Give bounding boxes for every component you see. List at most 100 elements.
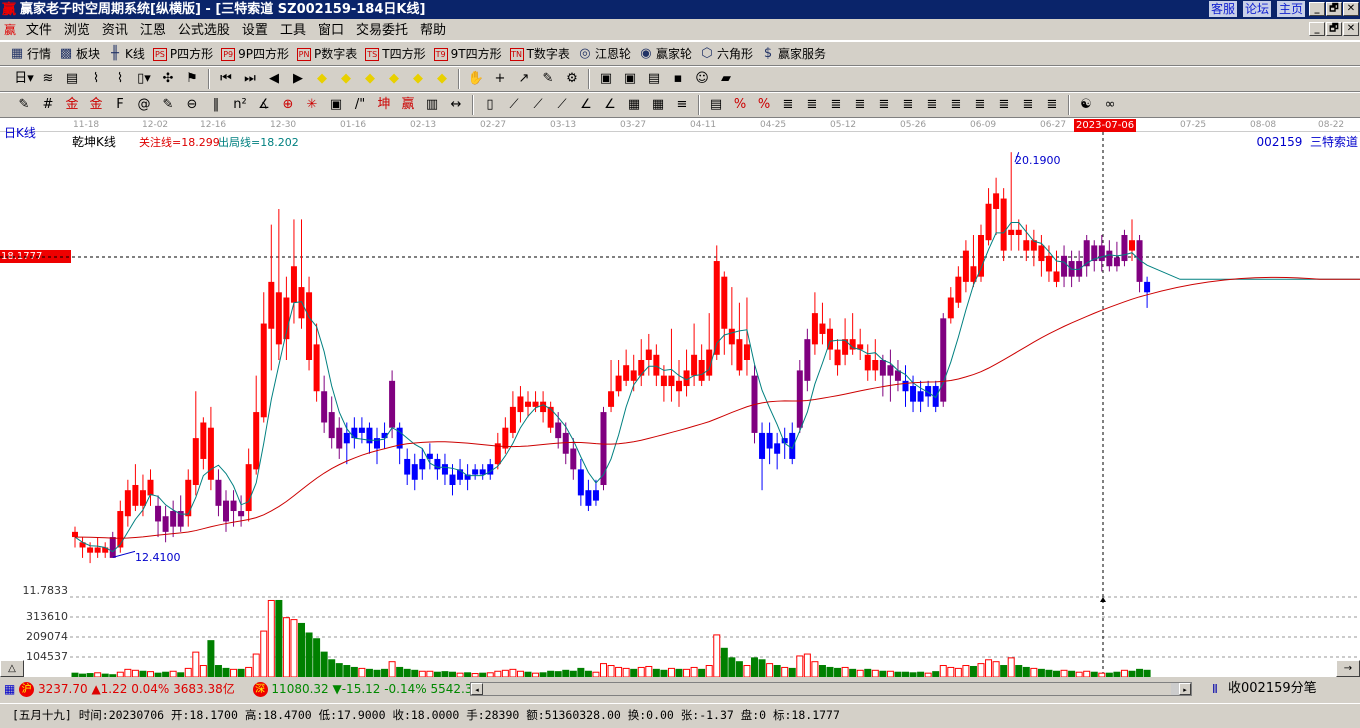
level-8-icon[interactable]: ≣ [945, 94, 967, 116]
toolbar-button[interactable]: ⬡ 六角形 [700, 42, 753, 66]
scroll-right-arrow[interactable]: ▸ [1179, 683, 1191, 695]
flag-icon[interactable]: ⚑ [181, 68, 203, 90]
toolbar-button[interactable]: $ 赢家服务 [761, 42, 826, 66]
fan-3-icon[interactable]: ⟋ [551, 94, 573, 116]
pattern-icon[interactable]: ✣ [157, 68, 179, 90]
child-minimize-button[interactable]: _ [1309, 22, 1325, 36]
expand-up-button[interactable]: △ [0, 660, 24, 677]
fan-4-icon[interactable]: ∠ [575, 94, 597, 116]
level-3-icon[interactable]: ≣ [825, 94, 847, 116]
toolbar-button[interactable]: ╫ K线 [108, 42, 145, 66]
right-icon[interactable]: ▶ [287, 68, 309, 90]
target-icon[interactable]: ⊕ [277, 94, 299, 116]
restore-button[interactable]: 🗗 [1326, 2, 1342, 16]
level-1-icon[interactable]: ≣ [777, 94, 799, 116]
horizontal-scrollbar[interactable]: ◂ ▸ [470, 682, 1192, 696]
n2-icon[interactable]: n² [229, 94, 251, 116]
close-button[interactable]: ✕ [1343, 2, 1359, 16]
toolbar-button[interactable]: ◉ 赢家轮 [639, 42, 692, 66]
left-icon[interactable]: ◀ [263, 68, 285, 90]
menu-item[interactable]: 江恩 [140, 23, 166, 38]
level-9-icon[interactable]: ≣ [969, 94, 991, 116]
level-10-icon[interactable]: ≣ [993, 94, 1015, 116]
angle-icon[interactable]: ∡ [253, 94, 275, 116]
toolbar-button[interactable]: ▦ 行情 [10, 42, 51, 66]
level-2-icon[interactable]: ≣ [801, 94, 823, 116]
gold-2-icon[interactable]: 金 [85, 94, 107, 116]
lines-icon[interactable]: ≡ [671, 94, 693, 116]
pen-icon[interactable]: ✎ [13, 94, 35, 116]
child-close-button[interactable]: ✕ [1343, 22, 1359, 36]
grid2-icon[interactable]: ▦ [623, 94, 645, 116]
people-icon[interactable]: ☺ [691, 68, 713, 90]
menu-item[interactable]: 帮助 [420, 23, 446, 38]
diamond-star-icon[interactable]: ◆ [407, 68, 429, 90]
toolbar-button[interactable]: PS P四方形 [152, 42, 213, 66]
quote-icon[interactable]: /" [349, 94, 371, 116]
star-icon[interactable]: ✳ [301, 94, 323, 116]
draw-line-icon[interactable]: ↗ [513, 68, 535, 90]
square-target-icon[interactable]: ▣ [325, 94, 347, 116]
percent-line-icon[interactable]: % [729, 94, 751, 116]
menu-item[interactable]: 公式选股 [178, 23, 230, 38]
scroll-right-button[interactable]: → [1336, 660, 1360, 677]
tick-detail-link[interactable]: 收002159分笔 [1228, 679, 1317, 699]
scrollbar-thumb[interactable] [1171, 683, 1179, 695]
shenzhen-index[interactable]: 11080.32 ▼-15.12 -0.14% 5542.3 [271, 682, 472, 696]
toolbar-button[interactable]: TN T数字表 [509, 42, 570, 66]
toolbar-button[interactable]: ▩ 板块 [59, 42, 100, 66]
level-12-icon[interactable]: ≣ [1041, 94, 1063, 116]
bars-icon[interactable]: ‖ [205, 94, 227, 116]
shanghai-index[interactable]: 3237.70 ▲1.22 0.04% 3683.38亿 [38, 682, 235, 696]
width-icon[interactable]: ↔ [445, 94, 467, 116]
save-icon[interactable]: ▪ [667, 68, 689, 90]
ying-icon[interactable]: 赢 [397, 94, 419, 116]
app-menu-icon[interactable]: 赢 [4, 23, 16, 37]
fan-2-icon[interactable]: ⟋ [527, 94, 549, 116]
menu-item[interactable]: 文件 [26, 23, 52, 38]
diamond-x-icon[interactable]: ◆ [383, 68, 405, 90]
grid3-icon[interactable]: ▦ [647, 94, 669, 116]
toolbar-button[interactable]: T9 9T四方形 [433, 42, 502, 66]
notes-icon[interactable]: ▤ [61, 68, 83, 90]
hand-icon[interactable]: ✋ [465, 68, 487, 90]
kline-chart[interactable]: 11-18 12-02 12-16 12-30 01-16 02-13 02-27 03-13… [0, 118, 1360, 677]
toolbar-button[interactable]: P9 9P四方形 [221, 42, 289, 66]
window-icon[interactable]: ▣ [619, 68, 641, 90]
scroll-left-arrow[interactable]: ◂ [471, 683, 483, 695]
level-4-icon[interactable]: ≣ [849, 94, 871, 116]
draw-tool-icon[interactable]: ✎ [537, 68, 559, 90]
minimize-button[interactable]: _ [1309, 2, 1325, 16]
taiji-icon[interactable]: ☯ [1075, 94, 1097, 116]
diamond-h-icon[interactable]: ◆ [359, 68, 381, 90]
percent-icon[interactable]: % [753, 94, 775, 116]
toolbar-button[interactable]: ◎ 江恩轮 [578, 42, 631, 66]
crosshair-icon[interactable]: + [489, 68, 511, 90]
fan-5-icon[interactable]: ∠ [599, 94, 621, 116]
fan-1-icon[interactable]: ⟋ [503, 94, 525, 116]
menu-item[interactable]: 工具 [280, 23, 306, 38]
gold-1-icon[interactable]: 金 [61, 94, 83, 116]
level-6-icon[interactable]: ≣ [897, 94, 919, 116]
menu-item[interactable]: 浏览 [64, 23, 90, 38]
grid-icon[interactable]: # [37, 94, 59, 116]
menu-item[interactable]: 资讯 [102, 23, 128, 38]
f-icon[interactable]: F [109, 94, 131, 116]
kun-icon[interactable]: 坤 [373, 94, 395, 116]
level-7-icon[interactable]: ≣ [921, 94, 943, 116]
toolbar-button[interactable]: PN P数字表 [297, 42, 357, 66]
table-icon[interactable]: ▤ [705, 94, 727, 116]
infinity-icon[interactable]: ∞ [1099, 94, 1121, 116]
columns-icon[interactable]: ▯ [479, 94, 501, 116]
level-11-icon[interactable]: ≣ [1017, 94, 1039, 116]
diamond-v-icon[interactable]: ◆ [431, 68, 453, 90]
menu-item[interactable]: 设置 [242, 23, 268, 38]
diamond-right-icon[interactable]: ◆ [335, 68, 357, 90]
list-icon[interactable]: ▤ [643, 68, 665, 90]
menu-item[interactable]: 窗口 [318, 23, 344, 38]
homepage-link[interactable]: 主页 [1277, 1, 1306, 17]
indicator-icon[interactable]: ⚙ [561, 68, 583, 90]
last-icon[interactable]: ⏭ [239, 68, 261, 90]
candle-type-icon[interactable]: ▯▾ [133, 68, 155, 90]
level-5-icon[interactable]: ≣ [873, 94, 895, 116]
